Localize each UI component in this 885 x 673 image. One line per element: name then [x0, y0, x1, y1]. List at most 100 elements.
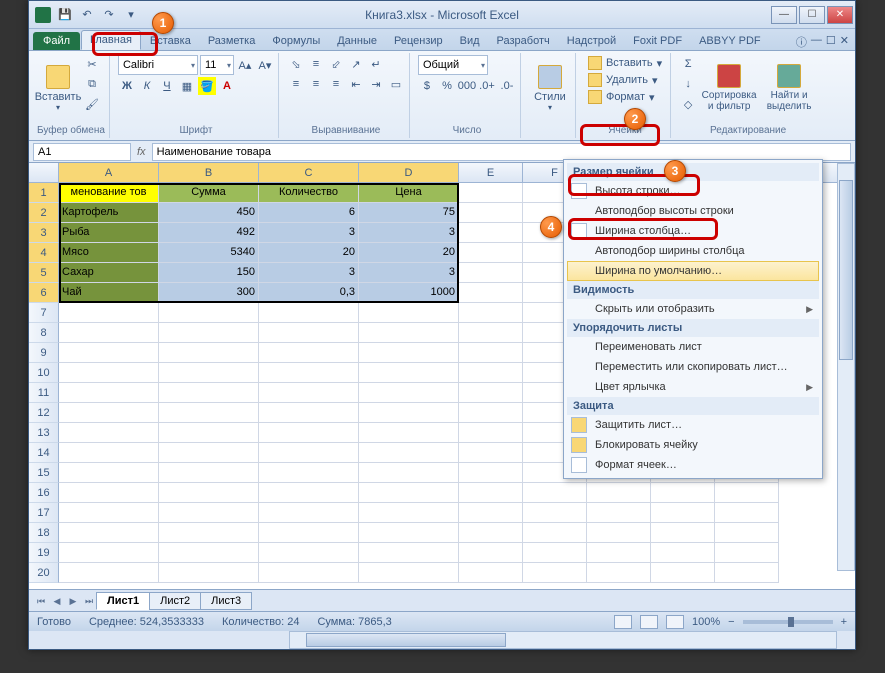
cell[interactable]: 300: [159, 283, 259, 303]
menu-row-height[interactable]: Высота строки…: [567, 181, 819, 201]
tab-рецензир[interactable]: Рецензир: [386, 32, 451, 50]
cell[interactable]: 20: [359, 243, 459, 263]
cell[interactable]: [59, 543, 159, 563]
cell[interactable]: [715, 503, 779, 523]
cell[interactable]: [359, 303, 459, 323]
delete-cells-button[interactable]: Удалить ▾: [584, 72, 666, 88]
italic-button[interactable]: К: [138, 77, 156, 95]
cell[interactable]: [459, 323, 523, 343]
cell[interactable]: [59, 363, 159, 383]
merge-icon[interactable]: ▭: [387, 75, 405, 93]
cell[interactable]: [259, 503, 359, 523]
align-left-icon[interactable]: ≡: [287, 75, 305, 93]
font-size-combo[interactable]: 11: [200, 55, 234, 75]
menu-hide-show[interactable]: Скрыть или отобразить▶: [567, 299, 819, 319]
align-center-icon[interactable]: ≡: [307, 75, 325, 93]
cell[interactable]: Рыба: [59, 223, 159, 243]
menu-lock-cell[interactable]: Блокировать ячейку: [567, 435, 819, 455]
cell[interactable]: [651, 543, 715, 563]
zoom-out-button[interactable]: −: [728, 616, 734, 628]
increase-indent-icon[interactable]: ⇥: [367, 75, 385, 93]
menu-autofit-column[interactable]: Автоподбор ширины столбца: [567, 241, 819, 261]
cell[interactable]: [359, 563, 459, 583]
cut-icon[interactable]: ✂: [83, 55, 101, 73]
cell[interactable]: 20: [259, 243, 359, 263]
cell[interactable]: [523, 503, 587, 523]
cell[interactable]: [359, 403, 459, 423]
cell[interactable]: 5340: [159, 243, 259, 263]
menu-protect-sheet[interactable]: Защитить лист…: [567, 415, 819, 435]
view-normal-button[interactable]: [614, 615, 632, 629]
cell[interactable]: [459, 243, 523, 263]
styles-button[interactable]: Стили▾: [529, 55, 571, 121]
cell[interactable]: 3: [259, 223, 359, 243]
view-pagebreak-button[interactable]: [666, 615, 684, 629]
comma-icon[interactable]: 000: [458, 77, 476, 95]
menu-tab-color[interactable]: Цвет ярлычка▶: [567, 377, 819, 397]
cell[interactable]: [587, 483, 651, 503]
cell[interactable]: [359, 323, 459, 343]
currency-icon[interactable]: $: [418, 77, 436, 95]
cell[interactable]: [651, 523, 715, 543]
cell[interactable]: [59, 483, 159, 503]
cell[interactable]: [259, 543, 359, 563]
row-header[interactable]: 16: [29, 483, 59, 503]
cell[interactable]: [587, 503, 651, 523]
cell[interactable]: [523, 483, 587, 503]
cell[interactable]: [651, 563, 715, 583]
cell[interactable]: [159, 403, 259, 423]
row-header[interactable]: 17: [29, 503, 59, 523]
close-workbook-icon[interactable]: ✕: [840, 34, 849, 50]
number-format-combo[interactable]: Общий: [418, 55, 488, 75]
row-header[interactable]: 7: [29, 303, 59, 323]
row-header[interactable]: 5: [29, 263, 59, 283]
fx-icon[interactable]: fx: [137, 146, 146, 158]
zoom-in-button[interactable]: +: [841, 616, 847, 628]
cell[interactable]: [459, 563, 523, 583]
cell[interactable]: [459, 403, 523, 423]
cell[interactable]: [523, 543, 587, 563]
qat-more[interactable]: ▾: [121, 5, 141, 25]
view-layout-button[interactable]: [640, 615, 658, 629]
cell[interactable]: [259, 303, 359, 323]
bold-button[interactable]: Ж: [118, 77, 136, 95]
format-cells-button[interactable]: Формат ▾: [584, 89, 666, 105]
cell[interactable]: [651, 503, 715, 523]
col-header-D[interactable]: D: [359, 163, 459, 182]
sort-filter-button[interactable]: Сортировка и фильтр: [701, 55, 757, 121]
select-all-corner[interactable]: [29, 163, 59, 182]
zoom-level[interactable]: 100%: [692, 616, 720, 628]
tab-вид[interactable]: Вид: [452, 32, 488, 50]
col-header-C[interactable]: C: [259, 163, 359, 182]
zoom-slider[interactable]: [743, 620, 833, 624]
menu-format-cells[interactable]: Формат ячеек…: [567, 455, 819, 475]
sheet-tab-Лист2[interactable]: Лист2: [149, 592, 201, 610]
row-header[interactable]: 18: [29, 523, 59, 543]
tab-главная[interactable]: Главная: [81, 30, 141, 50]
cell[interactable]: [459, 223, 523, 243]
cell[interactable]: [359, 423, 459, 443]
cell[interactable]: [159, 503, 259, 523]
cell[interactable]: [259, 563, 359, 583]
cell[interactable]: [59, 463, 159, 483]
row-header[interactable]: 1: [29, 183, 59, 203]
cell[interactable]: Сумма: [159, 183, 259, 203]
cell[interactable]: [259, 463, 359, 483]
cell[interactable]: [159, 443, 259, 463]
increase-decimal-icon[interactable]: .0+: [478, 77, 496, 95]
row-header[interactable]: 13: [29, 423, 59, 443]
formula-bar[interactable]: Наименование товара: [152, 143, 851, 161]
cell[interactable]: [59, 343, 159, 363]
wrap-text-icon[interactable]: ↵: [367, 55, 385, 73]
cell[interactable]: [159, 523, 259, 543]
cell[interactable]: [715, 563, 779, 583]
row-header[interactable]: 2: [29, 203, 59, 223]
cell[interactable]: [159, 423, 259, 443]
cell[interactable]: [359, 383, 459, 403]
orientation-icon[interactable]: ↗: [347, 55, 365, 73]
cell[interactable]: [459, 483, 523, 503]
cell[interactable]: 450: [159, 203, 259, 223]
tab-формулы[interactable]: Формулы: [264, 32, 328, 50]
cell[interactable]: [459, 183, 523, 203]
underline-button[interactable]: Ч: [158, 77, 176, 95]
